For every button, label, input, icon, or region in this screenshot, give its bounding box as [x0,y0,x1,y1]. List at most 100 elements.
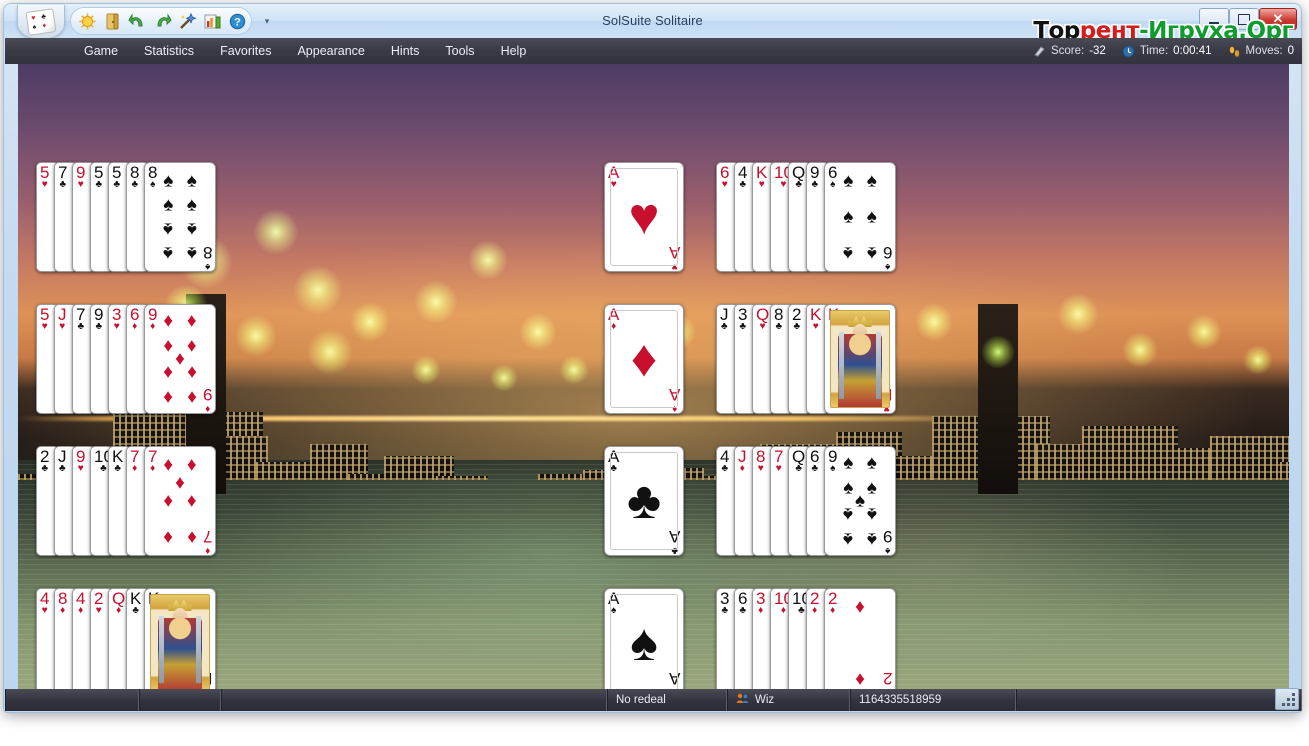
card-pip: ♠ [867,208,877,227]
card-suit: ♥ [42,180,48,190]
card-corner-bottom-right: 9♠ [883,528,892,554]
face-up-card[interactable]: 6♠6♠♠♠♠♠♠♠ [824,162,896,272]
score-indicator: Score: -32 [1033,45,1106,58]
face-up-card[interactable]: K♥K♥ [824,304,896,414]
card-corner-top-left: Q♦ [112,590,125,616]
menu-item-help[interactable]: Help [488,40,540,62]
card-suit: ♣ [739,322,746,332]
card-corner-top-left: 7♥ [774,448,783,474]
quick-access-toolbar[interactable]: ? [70,7,252,35]
menu-item-appearance[interactable]: Appearance [284,40,377,62]
building [1280,462,1289,480]
face-up-card[interactable]: 9♠9♠♠♠♠♠♠♠♠♠♠ [824,446,896,556]
face-up-card[interactable]: 7♦7♦♦♦♦♦♦♦♦ [144,446,216,556]
card-suit: ♣ [59,464,66,474]
face-up-card[interactable]: 2♦2♦♦♦ [824,588,896,690]
right-pile-4[interactable]: 3♣6♣3♦10♦10♣2♦2♦2♦♦♦ [716,588,896,690]
card-suit: ♠ [830,464,835,474]
statistics-chart-icon[interactable] [203,12,222,31]
card-corner-top-left: 9♦ [148,306,157,332]
application-window: SolSuite Solitaire ♥ ♣ ♠ ♦ [3,3,1302,713]
card-corner-top-left: 9♣ [810,164,819,190]
game-board[interactable]: 5♥7♣9♥5♣5♣8♣8♠8♠♠♠♠♠♠♠♠♠5♥J♥7♣9♣3♥6♦9♦9♦… [18,64,1289,690]
menu-item-tools[interactable]: Tools [432,40,487,62]
card-corner-top-left: 8♥ [756,448,765,474]
score-value: -32 [1089,45,1106,57]
magic-wand-icon[interactable] [178,12,197,31]
card-pip-area: ♦♦♦♦♦♦♦ [159,453,201,549]
card-corner-top-left: 6♦ [130,306,139,332]
menu-item-game[interactable]: Game [71,40,131,62]
court-scepter-left [159,616,164,683]
card-pip: ♦ [187,388,197,407]
card-pip: ♠ [843,172,853,191]
foundation-clubs[interactable]: A♣A♣♣ [604,446,686,560]
help-icon[interactable]: ? [228,12,247,31]
right-pile-3[interactable]: 4♣J♦8♥7♥Q♣6♣9♠9♠♠♠♠♠♠♠♠♠♠ [716,446,896,560]
menu-item-statistics[interactable]: Statistics [131,40,207,62]
card-suit: ♣ [721,464,728,474]
card-corner-top-left: 2♥ [94,590,103,616]
card-suit: ♣ [95,180,102,190]
card-rank: 6 [883,244,892,261]
card-pip: ♦ [163,492,173,511]
left-pile-4[interactable]: 4♥8♦4♦2♥Q♦K♣K♣K♣ [36,588,216,690]
card-pip: ♠ [187,172,197,191]
undo-icon[interactable] [128,12,147,31]
face-up-card[interactable]: 8♠8♠♠♠♠♠♠♠♠♠ [144,162,216,272]
foundation-spades[interactable]: A♠A♠♠ [604,588,686,690]
card-suit: ♦ [60,606,65,616]
foundation-hearts[interactable]: A♥A♥♥ [604,162,686,276]
building [436,476,488,480]
card-suit: ♣ [721,322,728,332]
card-pip: ♠ [843,478,853,497]
card-pip: ♠ [867,172,877,191]
card-suit: ♣ [739,606,746,616]
card-suit: ♥ [759,180,765,190]
moves-label: Moves: [1246,45,1283,57]
card-pip-area: ♠♠♠♠♠♠ [839,169,881,265]
left-pile-2[interactable]: 5♥J♥7♣9♣3♥6♦9♦9♦♦♦♦♦♦♦♦♦♦ [36,304,216,418]
foundation-diamonds[interactable]: A♦A♦♦ [604,304,686,418]
new-game-icon[interactable] [78,12,97,31]
card-corner-top-left: Q♥ [756,306,769,332]
court-card-illustration [150,594,210,690]
card-corner-top-left: 4♣ [720,448,729,474]
face-up-card[interactable]: A♦A♦♦ [604,304,684,414]
face-up-card[interactable]: A♥A♥♥ [604,162,684,272]
footsteps-icon [1228,45,1241,58]
clock-icon [1122,45,1135,58]
redo-icon[interactable] [153,12,172,31]
card-suit: ♥ [722,180,728,190]
card-corner-top-left: 7♣ [76,306,85,332]
status-cell-spacer [1016,689,1302,711]
card-corner-top-left: 5♥ [40,164,49,190]
application-menu-orb[interactable]: ♥ ♣ ♠ ♦ [17,5,65,40]
card-suit: ♣ [795,464,802,474]
card-suit: ♥ [78,180,84,190]
menu-item-hints[interactable]: Hints [378,40,432,62]
left-pile-1[interactable]: 5♥7♣9♥5♣5♣8♣8♠8♠♠♠♠♠♠♠♠♠ [36,162,216,276]
building [1210,436,1289,480]
right-pile-2[interactable]: J♣3♣Q♥8♣2♣K♥K♥K♥ [716,304,896,418]
menu-item-favorites[interactable]: Favorites [207,40,284,62]
card-suit: ♥ [59,322,65,332]
face-up-card[interactable]: A♠A♠♠ [604,588,684,690]
resize-grip[interactable] [1275,688,1299,710]
card-corner-top-left: K♣ [130,590,141,616]
face-up-card[interactable]: K♣K♣ [144,588,216,690]
court-scepter-right [876,332,881,399]
face-up-card[interactable]: 9♦9♦♦♦♦♦♦♦♦♦♦ [144,304,216,414]
right-pile-1[interactable]: 6♥4♣K♥10♥Q♣9♣6♠6♠♠♠♠♠♠♠ [716,162,896,276]
court-scepter-left [839,332,844,399]
toolbar-overflow-chevron-down-icon[interactable]: ▾ [256,7,278,35]
left-pile-3[interactable]: 2♣J♣9♥10♣K♣7♦7♦7♦♦♦♦♦♦♦♦ [36,446,216,560]
status-cell-2 [139,689,221,711]
card-pip: ♦ [163,527,173,546]
face-up-card[interactable]: A♣A♣♣ [604,446,684,556]
ace-large-suit: ♣ [627,475,661,527]
card-pip: ♠ [843,453,853,472]
card-corner-top-left: J♣ [720,306,729,332]
exit-door-icon[interactable] [103,12,122,31]
card-corner-top-left: K♥ [756,164,767,190]
